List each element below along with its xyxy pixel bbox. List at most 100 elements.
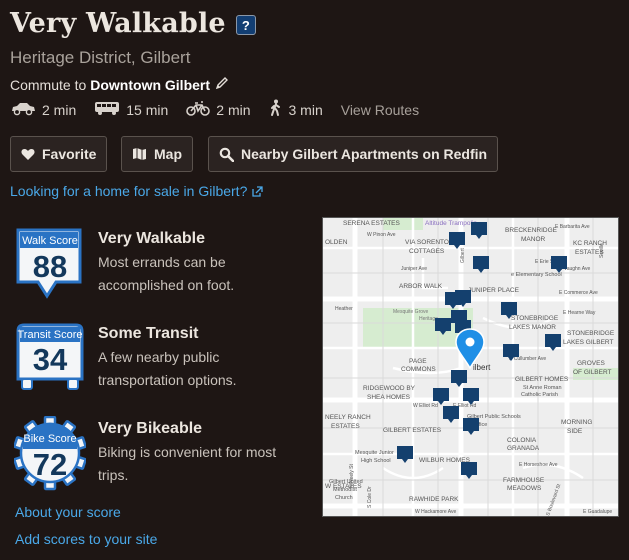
map-label: Map	[154, 146, 182, 162]
walk-icon	[269, 99, 289, 120]
transit-score-row: Transit Score 34 Some Transit A few near…	[14, 321, 298, 397]
view-routes-link[interactable]: View Routes	[341, 102, 419, 118]
map-label: GRANADA	[507, 445, 540, 452]
map-label: ESTATES	[331, 423, 360, 430]
map-label: OF GILBERT	[573, 369, 612, 376]
map-label: STONEBRIDGE	[567, 330, 615, 337]
mode-drive[interactable]: 2 min	[10, 100, 76, 119]
map-label: E Guadalupe	[583, 509, 612, 515]
map-label: FARMHOUSE	[503, 477, 545, 484]
map-label: Juniper Ave	[401, 266, 427, 272]
walk-score-row: Walk Score 88 Very Walkable Most errands…	[14, 226, 298, 302]
walk-score-heading: Very Walkable	[98, 230, 206, 247]
transit-score-heading: Some Transit	[98, 325, 199, 342]
map-label: E Hearne Way	[563, 310, 596, 316]
nearby-apartments-button[interactable]: Nearby Gilbert Apartments on Redfin	[208, 136, 499, 172]
map-label: W ESTATES	[325, 483, 362, 490]
walk-score-badge[interactable]: Walk Score 88	[14, 226, 86, 302]
bike-score-badge[interactable]: Bike Score 72	[14, 416, 86, 492]
map-label: MEADOWS	[507, 485, 542, 492]
page-title: Very Walkable	[10, 8, 226, 39]
map-label: Church	[335, 495, 353, 501]
map-label: GILBERT HOMES	[515, 376, 569, 383]
commute-destination-name: Downtown Gilbert	[90, 76, 211, 93]
bike-score-row: Bike Score 72 Very Bikeable Biking is co…	[14, 416, 298, 492]
map-label: e Elementary School	[511, 272, 562, 278]
map-label: Seville	[599, 243, 605, 258]
map-label: Mesquite Grove	[393, 309, 429, 315]
mode-transit[interactable]: 15 min	[94, 100, 168, 119]
map-label: S Cole Dr	[367, 486, 373, 508]
transit-score-line-1: A few nearby public	[98, 349, 220, 365]
map-label: Heather	[335, 306, 353, 312]
map-label: Mesquite Junior	[355, 450, 394, 456]
location-label: Heritage District, Gilbert	[10, 48, 191, 67]
map-label: RIDGEWOOD BY	[363, 385, 416, 392]
map-label: E Horseshoe Ave	[519, 462, 558, 468]
transit-score-description: Some Transit A few nearby public transpo…	[98, 321, 298, 397]
search-icon	[219, 147, 234, 162]
map-label: GILBERT ESTATES	[383, 427, 442, 434]
map-label: SERENA ESTATES	[343, 220, 400, 227]
map-label: ARBOR WALK	[399, 283, 443, 290]
map-label: MANOR	[521, 236, 546, 243]
transit-score-value: 34	[32, 342, 68, 377]
transit-score-line-2: transportation options.	[98, 372, 237, 388]
mode-time: 2 min	[216, 101, 251, 118]
walk-score-description: Very Walkable Most errands can be accomp…	[98, 226, 298, 302]
map-label: STONEBRIDGE	[511, 315, 559, 322]
about-score-link[interactable]: About your score	[15, 504, 121, 520]
map-icon	[133, 148, 146, 160]
map-label: BRECKENRIDGE	[505, 227, 558, 234]
walk-score-label: Walk Score	[22, 235, 78, 247]
map-label: RAWHIDE PARK	[409, 496, 459, 503]
favorite-label: Favorite	[42, 146, 97, 162]
map-label: JUNIPER PLACE	[468, 287, 520, 294]
home-for-sale-link[interactable]: Looking for a home for sale in Gilbert?	[10, 183, 264, 199]
walk-score-line-2: accomplished on foot.	[98, 277, 235, 293]
bike-score-line-2: trips.	[98, 467, 129, 483]
map-canvas: SERENA ESTATES Altitude Trampolin E Barb…	[323, 218, 618, 516]
map-label: LAKES GILBERT	[563, 339, 613, 346]
map-label: High School	[361, 458, 391, 464]
map-button[interactable]: Map	[121, 136, 193, 172]
map-label: VIA SORENTO	[405, 239, 449, 246]
map-label: W Elliot Rd	[413, 403, 438, 409]
map-label: W Hackamore Ave	[415, 509, 457, 515]
title-row: Very Walkable ?	[10, 8, 256, 39]
commute-destination[interactable]: Commute to Downtown Gilbert	[10, 76, 229, 93]
help-button[interactable]: ?	[235, 15, 256, 35]
map-label: St Anne Roman	[523, 385, 562, 391]
map-label: ilbert	[473, 363, 491, 372]
favorite-button[interactable]: Favorite	[10, 136, 108, 172]
bike-score-line-1: Biking is convenient for most	[98, 444, 277, 460]
map-label: E Commerce Ave	[559, 290, 598, 296]
map-label: N Neely St	[349, 463, 355, 488]
bike-icon	[186, 100, 216, 119]
mode-time: 2 min	[42, 101, 77, 118]
bus-icon	[94, 100, 126, 119]
nearby-label: Nearby Gilbert Apartments on Redfin	[241, 146, 488, 162]
bike-score-label: Bike Score	[23, 433, 77, 445]
map-label: COMMONS	[401, 366, 436, 373]
walk-score-line-1: Most errands can be	[98, 254, 226, 270]
transit-score-badge[interactable]: Transit Score 34	[14, 321, 86, 397]
bike-score-description: Very Bikeable Biking is convenient for m…	[98, 416, 298, 492]
mode-time: 3 min	[288, 101, 323, 118]
map-label: Altitude Trampolin	[425, 220, 477, 227]
add-scores-link[interactable]: Add scores to your site	[15, 531, 157, 547]
mode-walk[interactable]: 3 min	[269, 99, 323, 120]
map-label: COTTAGES	[409, 248, 445, 255]
mode-bike[interactable]: 2 min	[186, 100, 251, 119]
commute-modes: 2 min 15 min 2 min 3 min View Routes	[10, 99, 419, 120]
home-for-sale-label: Looking for a home for sale in Gilbert?	[10, 183, 248, 199]
bike-score-value: 72	[32, 447, 68, 482]
bike-score-heading: Very Bikeable	[98, 420, 203, 437]
neighborhood-map[interactable]: SERENA ESTATES Altitude Trampolin E Barb…	[322, 217, 619, 517]
map-label: LAKES MANOR	[509, 324, 556, 331]
map-label: SHEA HOMES	[367, 394, 411, 401]
map-label: Catholic Parish	[521, 392, 558, 398]
map-label: PAGE	[409, 358, 427, 365]
map-label: COLONIA	[507, 437, 537, 444]
pencil-icon[interactable]	[215, 76, 229, 93]
